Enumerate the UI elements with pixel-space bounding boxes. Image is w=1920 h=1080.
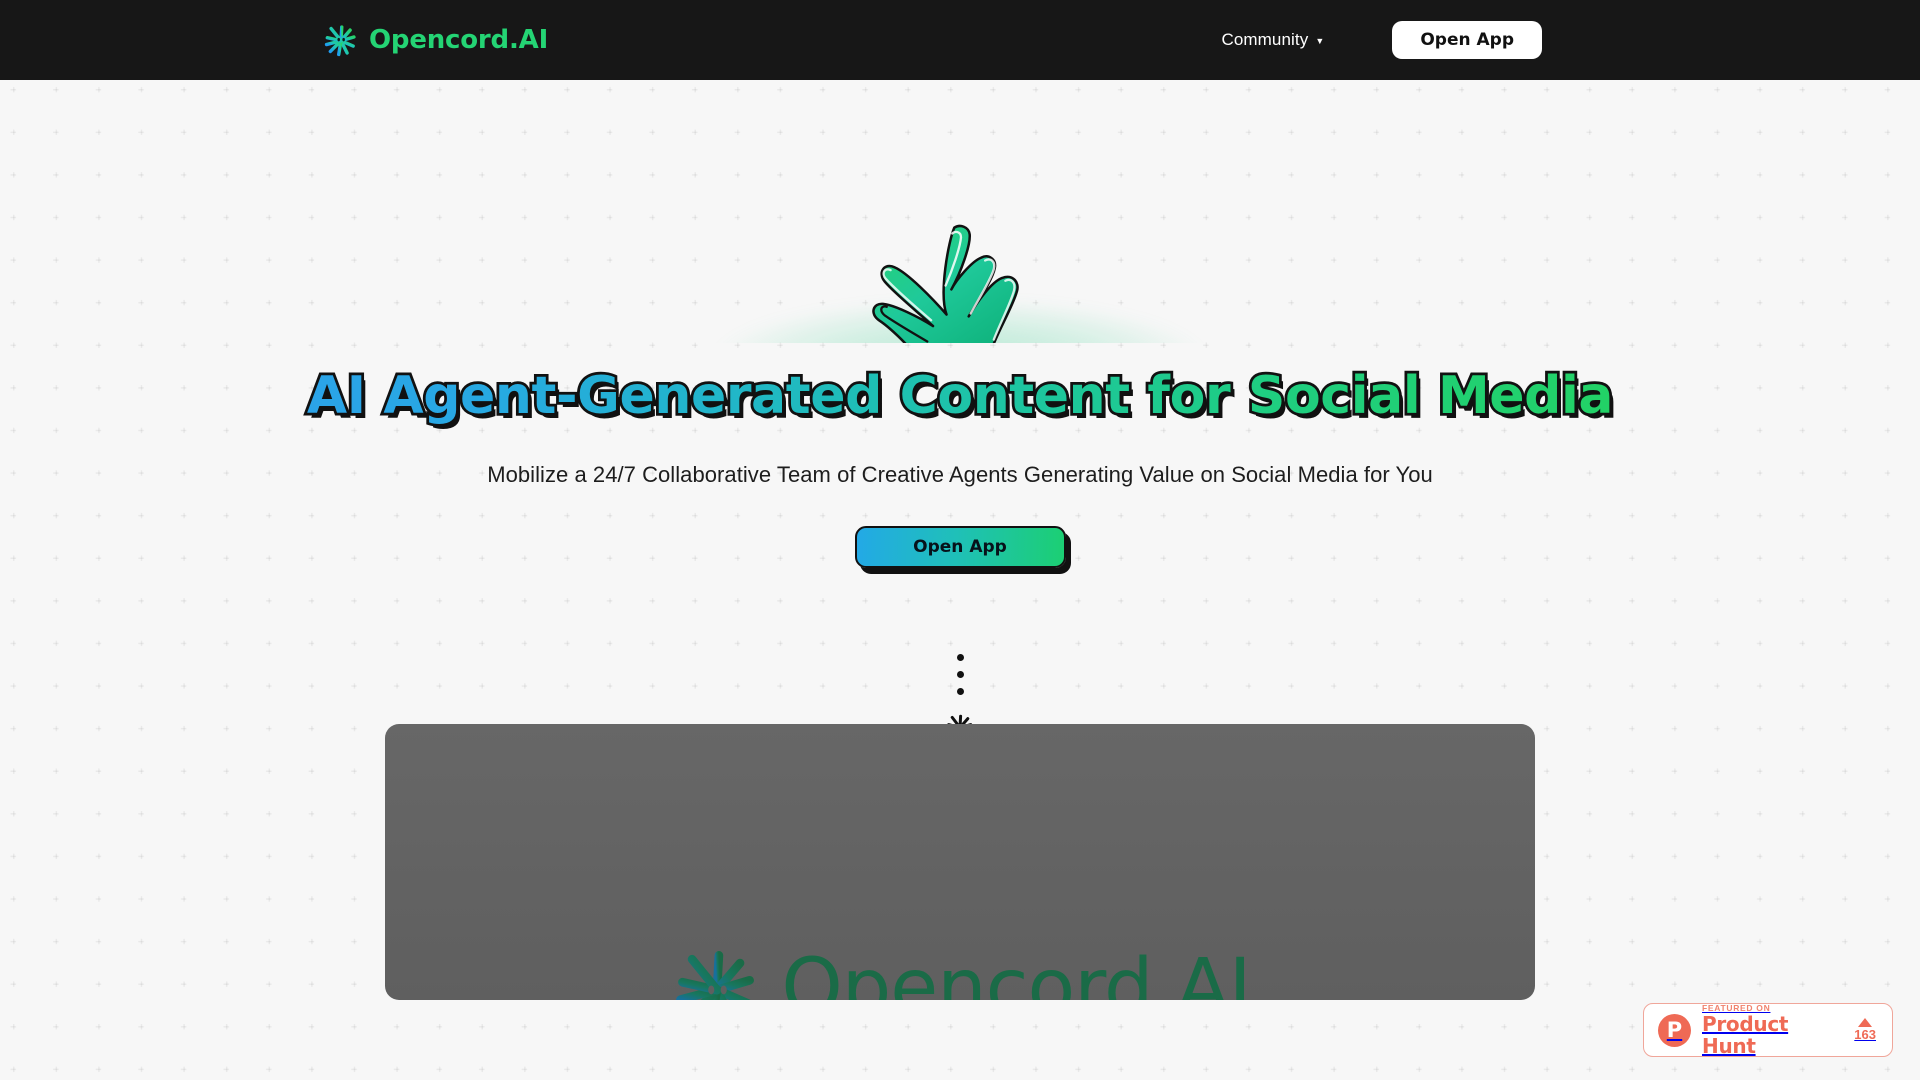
site-header: Opencord.AI Community ▼ Open App bbox=[0, 0, 1920, 80]
product-hunt-badge[interactable]: P FEATURED ON Product Hunt 163 bbox=[1643, 1003, 1893, 1057]
page-root: Opencord.AI Community ▼ Open App AI Agen… bbox=[0, 0, 1920, 1080]
page-title: AI Agent-Generated Content for Social Me… bbox=[0, 365, 1920, 427]
hero-subheadline: Mobilize a 24/7 Collaborative Team of Cr… bbox=[487, 462, 1433, 487]
upvote-arrow-icon bbox=[1858, 1017, 1873, 1027]
video-card-brand-name: Opencord.AI bbox=[781, 943, 1251, 1000]
headline-holder: AI Agent-Generated Content for Social Me… bbox=[304, 365, 1616, 427]
product-hunt-votes: 163 bbox=[1854, 1017, 1878, 1042]
opencord-spark-icon bbox=[676, 951, 755, 1000]
nav-item-community[interactable]: Community ▼ bbox=[1221, 30, 1324, 50]
product-hunt-vote-count: 163 bbox=[1854, 1026, 1876, 1042]
connector-dot bbox=[956, 671, 964, 678]
hero-open-app-button[interactable]: Open App bbox=[854, 526, 1066, 568]
chevron-down-icon: ▼ bbox=[1315, 35, 1325, 46]
nav-community-label: Community bbox=[1221, 30, 1309, 49]
opencord-spark-icon bbox=[324, 25, 356, 57]
hero-cta-wrap: Open App bbox=[0, 526, 1920, 568]
product-hunt-icon: P bbox=[1658, 1013, 1691, 1047]
header-inner: Opencord.AI Community ▼ Open App bbox=[0, 0, 1920, 80]
headline-text: AI Agent-Generated Content for Social Me… bbox=[306, 366, 1614, 426]
brand-name: Opencord.AI bbox=[369, 25, 549, 55]
connector-dot bbox=[956, 688, 964, 695]
video-preview-card[interactable]: Opencord.AI bbox=[385, 724, 1535, 1000]
connector-dot bbox=[956, 654, 964, 661]
product-hunt-name: Product Hunt bbox=[1702, 1012, 1789, 1059]
green-hand-illustration bbox=[872, 224, 1019, 343]
hero-artwork bbox=[0, 220, 1920, 343]
brand-logo-link[interactable]: Opencord.AI bbox=[322, 17, 548, 63]
header-nav: Community ▼ Open App bbox=[1221, 0, 1542, 80]
product-hunt-texts: FEATURED ON Product Hunt bbox=[1702, 1003, 1843, 1057]
video-card-logo: Opencord.AI bbox=[385, 940, 1535, 1000]
header-open-app-button[interactable]: Open App bbox=[1392, 21, 1542, 59]
